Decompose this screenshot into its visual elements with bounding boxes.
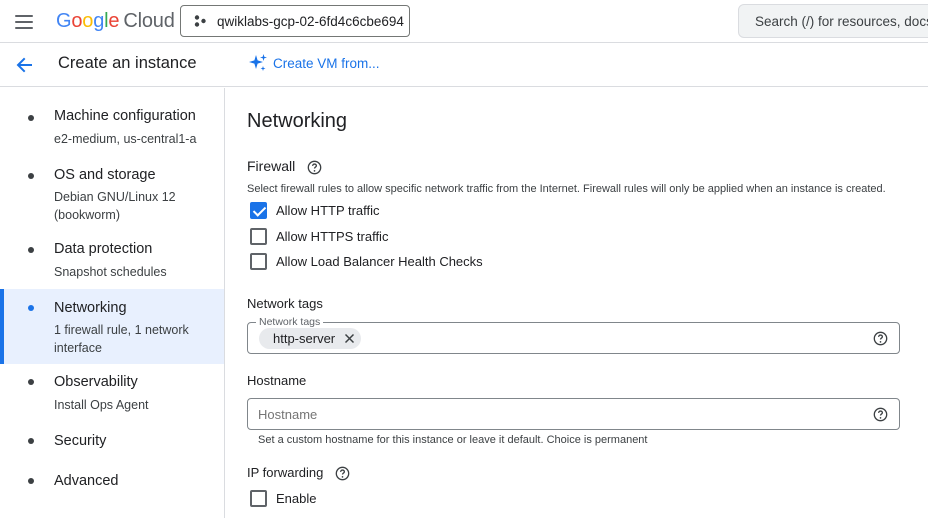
sidebar-item-subtitle: 1 firewall rule, 1 network interface: [54, 323, 189, 355]
sidebar-item-title: Networking: [54, 300, 127, 316]
close-icon[interactable]: [344, 333, 355, 344]
top-bar: Google Cloud qwiklabs-gcp-02-6fd4c6cbe694…: [0, 0, 928, 43]
bullet-icon: [28, 438, 34, 444]
project-icon: [194, 15, 206, 27]
sidebar-item-title: Observability: [54, 374, 138, 390]
hostname-input[interactable]: [258, 407, 848, 422]
bullet-icon: [28, 247, 34, 253]
firewall-title-text: Firewall: [247, 158, 296, 174]
help-icon[interactable]: [873, 407, 888, 422]
network-tags-title: Network tags: [247, 296, 323, 311]
main-menu-icon[interactable]: [13, 11, 35, 33]
hostname-hint: Set a custom hostname for this instance …: [258, 434, 648, 446]
checkbox-label: Allow Load Balancer Health Checks: [276, 254, 483, 269]
bullet-icon: [28, 305, 34, 311]
page-title: Create an instance: [58, 54, 197, 72]
sidebar-item-subtitle: e2-medium, us-central1-a: [54, 132, 197, 146]
sidebar-item-subtitle: Debian GNU/Linux 12 (bookworm): [54, 190, 176, 222]
logo-letter: g: [93, 10, 105, 32]
networking-panel: Networking Firewall Select firewall rule…: [225, 88, 928, 518]
ip-forwarding-enable-checkbox[interactable]: Enable: [250, 490, 316, 507]
project-name: qwiklabs-gcp-02-6fd4c6cbe694: [217, 13, 404, 29]
section-heading: Networking: [247, 110, 348, 132]
create-vm-from-label: Create VM from...: [273, 55, 380, 71]
logo-letter: o: [82, 10, 94, 32]
allow-lb-health-checks-checkbox[interactable]: Allow Load Balancer Health Checks: [250, 253, 483, 270]
checkbox-label: Allow HTTP traffic: [276, 203, 380, 218]
network-tags-field[interactable]: Network tags http-server: [247, 316, 900, 354]
sidebar-item-subtitle: Snapshot schedules: [54, 265, 167, 279]
section-nav: Machine configuration e2-medium, us-cent…: [0, 88, 225, 518]
ip-forwarding-title: IP forwarding: [247, 465, 350, 481]
allow-http-checkbox[interactable]: Allow HTTP traffic: [250, 202, 380, 219]
sidebar-item-observability[interactable]: Observability Install Ops Agent: [0, 364, 224, 424]
logo-letter: G: [56, 10, 72, 32]
help-icon[interactable]: [335, 466, 350, 481]
tag-chip-label: http-server: [273, 331, 336, 346]
search-bar[interactable]: Search (/) for resources, docs,: [738, 4, 928, 38]
hostname-title: Hostname: [247, 373, 307, 388]
bullet-icon: [28, 115, 34, 121]
ip-forwarding-title-text: IP forwarding: [247, 465, 324, 480]
bullet-icon: [28, 173, 34, 179]
checkbox-unchecked[interactable]: [250, 253, 267, 270]
sidebar-item-data-protection[interactable]: Data protection Snapshot schedules: [0, 232, 224, 289]
checkbox-label: Enable: [276, 491, 317, 506]
help-icon[interactable]: [873, 331, 888, 346]
bullet-icon: [28, 379, 34, 385]
bullet-icon: [28, 478, 34, 484]
logo-cloud-text: Cloud: [123, 10, 175, 32]
tag-chip: http-server: [259, 328, 362, 349]
allow-https-checkbox[interactable]: Allow HTTPS traffic: [250, 228, 388, 245]
sidebar-item-advanced[interactable]: Advanced: [0, 464, 224, 504]
sidebar-item-title: Security: [54, 433, 107, 449]
logo-letter: e: [108, 10, 120, 32]
project-picker[interactable]: qwiklabs-gcp-02-6fd4c6cbe694: [180, 5, 410, 37]
firewall-description: Select firewall rules to allow specific …: [247, 183, 886, 195]
checkbox-checked[interactable]: [250, 202, 267, 219]
sidebar-item-subtitle: Install Ops Agent: [54, 398, 149, 412]
sidebar-item-networking[interactable]: Networking 1 firewall rule, 1 network in…: [0, 289, 224, 364]
google-cloud-logo[interactable]: Google Cloud: [56, 8, 175, 34]
create-vm-from-button[interactable]: Create VM from...: [248, 53, 380, 73]
sidebar-item-os-and-storage[interactable]: OS and storage Debian GNU/Linux 12 (book…: [0, 158, 224, 232]
checkbox-label: Allow HTTPS traffic: [276, 229, 389, 244]
page-header: Create an instance Create VM from...: [0, 43, 928, 87]
sidebar-item-title: Data protection: [54, 241, 153, 257]
sidebar-item-title: Advanced: [54, 473, 119, 489]
sidebar-item-security[interactable]: Security: [0, 424, 224, 464]
sidebar-item-title: Machine configuration: [54, 108, 196, 124]
sidebar-item-machine-configuration[interactable]: Machine configuration e2-medium, us-cent…: [0, 98, 224, 158]
checkbox-unchecked[interactable]: [250, 228, 267, 245]
network-tags-field-label: Network tags: [256, 316, 324, 328]
logo-letter: o: [71, 10, 83, 32]
sidebar-item-title: OS and storage: [54, 167, 156, 183]
sparkle-icon: [249, 54, 267, 71]
search-placeholder: Search (/) for resources, docs,: [755, 13, 928, 29]
firewall-title: Firewall: [247, 158, 322, 175]
back-arrow-icon[interactable]: [14, 55, 34, 75]
checkbox-unchecked[interactable]: [250, 490, 267, 507]
help-icon[interactable]: [307, 160, 322, 175]
hostname-field[interactable]: [247, 398, 900, 430]
